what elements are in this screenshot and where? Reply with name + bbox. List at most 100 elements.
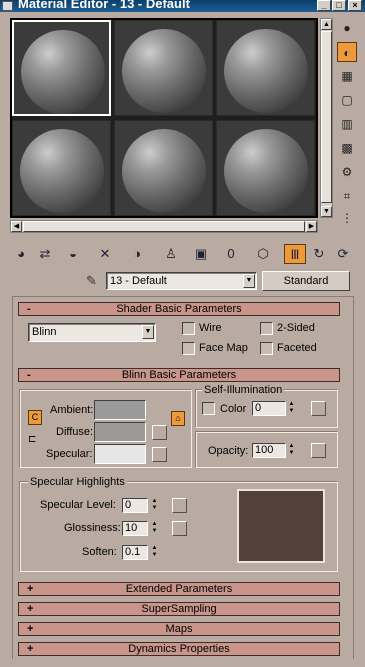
soften-spinner[interactable]: ▲ ▼ — [150, 545, 159, 560]
pick-material-icon[interactable]: ✎ — [86, 272, 102, 290]
scroll-down-icon[interactable]: ▼ — [321, 206, 332, 217]
collapse-toggle: - — [27, 369, 31, 381]
maps-rollout-header[interactable]: + Maps — [18, 622, 340, 636]
material-navigator-icon[interactable]: ⋮ — [337, 208, 357, 228]
make-unique-icon[interactable]: ♙ — [160, 244, 182, 264]
scroll-thumb[interactable] — [321, 31, 332, 203]
copy-material-icon[interactable]: ◑ — [126, 244, 148, 264]
material-sphere — [224, 129, 308, 213]
shader-type-dropdown[interactable]: Blinn ▼ — [28, 323, 156, 342]
specular-level-spinner[interactable]: ▲ ▼ — [150, 498, 159, 513]
maximize-button[interactable]: □ — [332, 0, 346, 11]
shader-basic-rollout-header[interactable]: - Shader Basic Parameters — [18, 302, 340, 316]
material-effects-channel-icon[interactable]: 0 — [220, 244, 242, 264]
expand-toggle: + — [27, 623, 34, 635]
face-map-label: Face Map — [199, 342, 248, 354]
specular-color-swatch[interactable] — [94, 444, 146, 464]
material-sphere — [20, 129, 104, 213]
material-sphere — [224, 29, 308, 113]
extended-parameters-rollout-header[interactable]: + Extended Parameters — [18, 582, 340, 596]
sample-slot-2[interactable] — [114, 20, 213, 116]
slots-vertical-scrollbar[interactable]: ▲ ▼ — [320, 18, 333, 218]
scroll-thumb[interactable] — [23, 221, 305, 232]
put-to-library-icon[interactable]: ▣ — [190, 244, 212, 264]
expand-toggle: + — [27, 643, 34, 655]
app-icon — [2, 1, 13, 11]
faceted-label: Faceted — [277, 342, 317, 354]
wire-label: Wire — [199, 322, 222, 334]
scroll-left-icon[interactable]: ◀ — [11, 221, 22, 232]
show-end-result-icon[interactable]: Ⅲ — [284, 244, 306, 264]
go-to-parent-icon[interactable]: ↻ — [308, 244, 330, 264]
rollout-title: SuperSampling — [141, 603, 217, 615]
glossiness-map-button[interactable] — [172, 521, 187, 536]
two-sided-checkbox[interactable] — [260, 322, 273, 335]
close-button[interactable]: × — [348, 0, 362, 11]
select-by-material-icon[interactable]: ⌗ — [337, 186, 357, 206]
sample-slot-6[interactable] — [216, 120, 315, 216]
material-name-dropdown[interactable]: 13 - Default ▼ — [106, 272, 257, 290]
sample-type-icon[interactable]: ● — [337, 18, 357, 38]
expand-toggle: + — [27, 583, 34, 595]
backlight-icon[interactable]: ◐ — [337, 42, 357, 62]
specular-level-label: Specular Level: — [40, 499, 116, 511]
faceted-checkbox[interactable] — [260, 342, 273, 355]
lock-map-icon[interactable]: ⌂ — [171, 411, 185, 426]
slots-horizontal-scrollbar[interactable]: ◀ ▶ — [10, 220, 318, 233]
supersampling-rollout-header[interactable]: + SuperSampling — [18, 602, 340, 616]
specular-label: Specular: — [46, 448, 93, 460]
opacity-map-button[interactable] — [311, 443, 326, 458]
put-material-icon[interactable]: ⇄ — [34, 244, 56, 264]
sample-slot-4[interactable] — [12, 120, 111, 216]
title-bar[interactable]: Material Editor - 13 - Default _ □ × — [0, 0, 365, 12]
lock-ambient-diffuse-button[interactable]: C — [28, 410, 42, 425]
uv-tiling-icon[interactable]: ▢ — [337, 90, 357, 110]
background-icon[interactable]: ▦ — [337, 66, 357, 86]
glossiness-spinner[interactable]: ▲ ▼ — [150, 521, 159, 536]
self-illum-color-checkbox[interactable] — [202, 402, 215, 415]
expand-toggle: + — [27, 603, 34, 615]
sample-slot-3[interactable] — [216, 20, 315, 116]
rollout-title: Blinn Basic Parameters — [121, 369, 237, 381]
diffuse-map-button[interactable] — [152, 425, 167, 440]
chevron-down-icon[interactable]: ▼ — [142, 325, 154, 339]
ambient-color-swatch[interactable] — [94, 400, 146, 420]
chevron-down-icon[interactable]: ▼ — [243, 274, 255, 288]
self-illum-map-button[interactable] — [311, 401, 326, 416]
material-sphere — [122, 129, 206, 213]
specular-level-map-button[interactable] — [172, 498, 187, 513]
sample-slot-5[interactable] — [114, 120, 213, 216]
video-color-check-icon[interactable]: ▥ — [337, 114, 357, 134]
lock-diffuse-specular-icon[interactable]: ⊏ — [28, 432, 42, 448]
wire-checkbox[interactable] — [182, 322, 195, 335]
blinn-basic-rollout-header[interactable]: - Blinn Basic Parameters — [18, 368, 340, 382]
self-illum-value-input[interactable]: 0 — [252, 401, 286, 416]
assign-material-icon[interactable]: ◒ — [62, 244, 84, 264]
material-sphere — [122, 29, 206, 113]
dynamics-properties-rollout-header[interactable]: + Dynamics Properties — [18, 642, 340, 656]
scroll-right-icon[interactable]: ▶ — [306, 221, 317, 232]
scroll-up-icon[interactable]: ▲ — [321, 19, 332, 30]
reset-map-icon[interactable]: ✕ — [94, 244, 116, 264]
make-preview-icon[interactable]: ▩ — [337, 138, 357, 158]
rollout-title: Dynamics Properties — [128, 643, 230, 655]
two-sided-label: 2-Sided — [277, 322, 315, 334]
material-type-button[interactable]: Standard — [262, 271, 350, 291]
diffuse-color-swatch[interactable] — [94, 422, 146, 442]
opacity-spinner[interactable]: ▲ ▼ — [287, 443, 296, 458]
glossiness-input[interactable]: 10 — [122, 521, 148, 536]
options-icon[interactable]: ⚙ — [337, 162, 357, 182]
specular-level-input[interactable]: 0 — [122, 498, 148, 513]
opacity-value-input[interactable]: 100 — [252, 443, 286, 458]
opacity-label: Opacity: — [208, 445, 249, 457]
sample-slot-1[interactable] — [12, 20, 111, 116]
soften-label: Soften: — [82, 546, 117, 558]
specular-map-button[interactable] — [152, 447, 167, 462]
soften-input[interactable]: 0.1 — [122, 545, 148, 560]
go-forward-icon[interactable]: ⟳ — [332, 244, 354, 264]
minimize-button[interactable]: _ — [317, 0, 331, 11]
face-map-checkbox[interactable] — [182, 342, 195, 355]
self-illum-spinner[interactable]: ▲ ▼ — [287, 401, 296, 416]
get-material-icon[interactable]: ◕ — [10, 244, 32, 264]
show-map-icon[interactable]: ⬡ — [252, 244, 274, 264]
